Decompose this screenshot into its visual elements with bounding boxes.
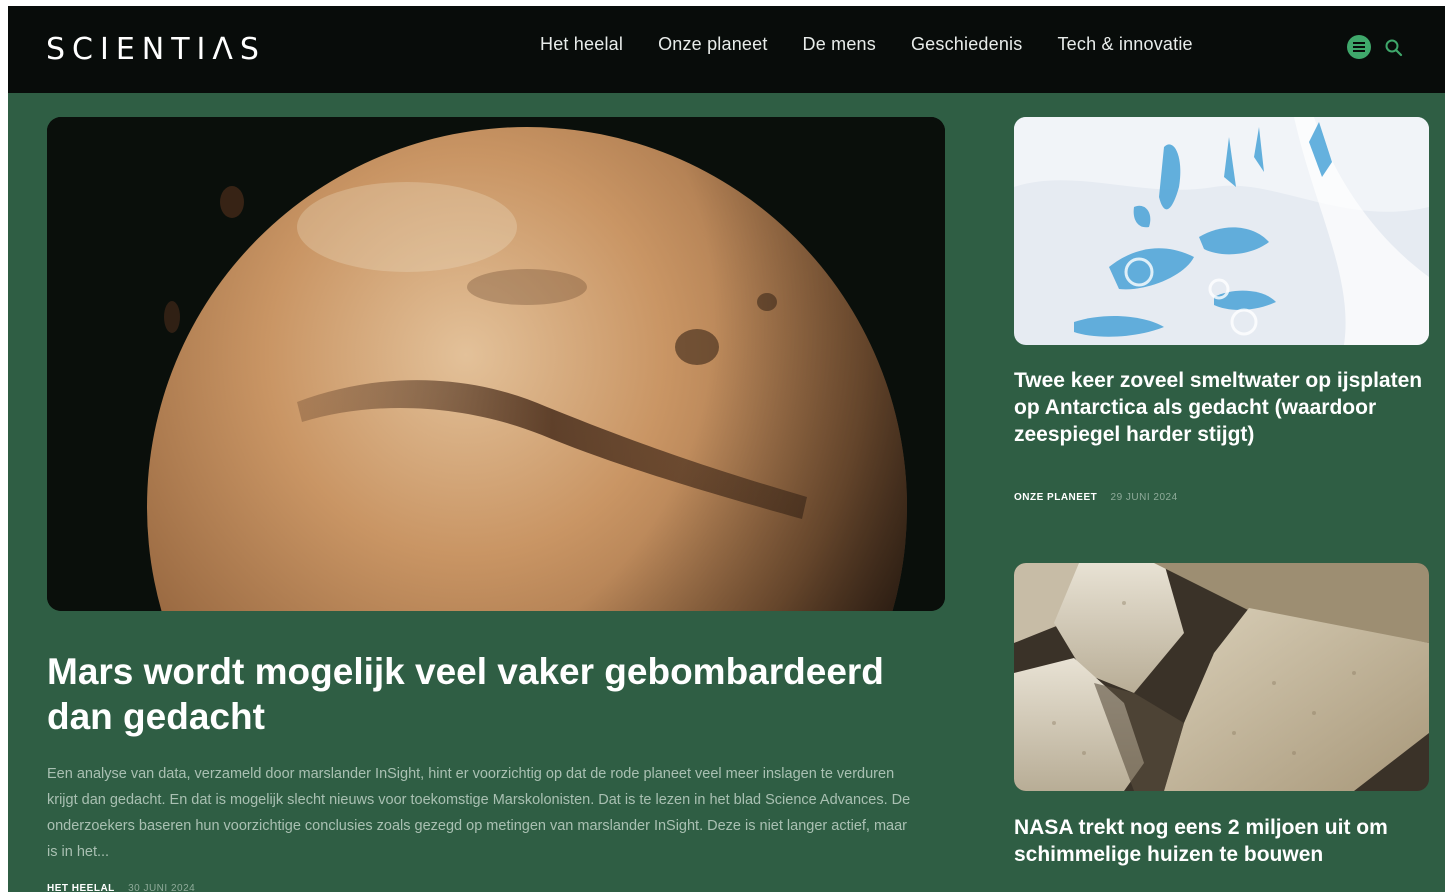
mycelium-bricks-image [1014, 563, 1429, 791]
featured-article-image[interactable] [47, 117, 945, 611]
search-icon[interactable] [1383, 37, 1405, 59]
nav-item-tech-innovatie[interactable]: Tech & innovatie [1057, 34, 1192, 55]
main-nav: Het heelal Onze planeet De mens Geschied… [540, 34, 1228, 55]
side-article-1-title[interactable]: Twee keer zoveel smeltwater op ijsplaten… [1014, 367, 1439, 448]
side-article-1-image[interactable] [1014, 117, 1429, 345]
featured-article-category[interactable]: HET HEELAL [47, 883, 115, 892]
site-header: SCIENTIΛS Het heelal Onze planeet De men… [8, 6, 1445, 93]
nav-item-onze-planeet[interactable]: Onze planeet [658, 34, 767, 55]
featured-article-date: 30 JUNI 2024 [128, 883, 196, 892]
featured-article-excerpt: Een analyse van data, verzameld door mar… [47, 766, 911, 860]
nav-item-de-mens[interactable]: De mens [803, 34, 876, 55]
page: SCIENTIΛS Het heelal Onze planeet De men… [8, 6, 1445, 892]
featured-article-title[interactable]: Mars wordt mogelijk veel vaker gebombard… [47, 649, 927, 739]
side-article-1-category[interactable]: ONZE PLANEET [1014, 492, 1097, 503]
nav-item-geschiedenis[interactable]: Geschiedenis [911, 34, 1022, 55]
side-article-2-title[interactable]: NASA trekt nog eens 2 miljoen uit om sch… [1014, 814, 1439, 868]
side-article-1-date: 29 JUNI 2024 [1110, 492, 1178, 503]
featured-article-meta: HET HEELAL 30 JUNI 2024 [47, 883, 195, 892]
antarctica-ice-image [1014, 117, 1429, 345]
side-article-2-image[interactable] [1014, 563, 1429, 791]
site-logo[interactable]: SCIENTIΛS [46, 32, 266, 67]
menu-circle-icon[interactable] [1347, 35, 1371, 59]
side-article-1-meta: ONZE PLANEET 29 JUNI 2024 [1014, 492, 1178, 503]
nav-item-het-heelal[interactable]: Het heelal [540, 34, 623, 55]
mars-planet-image [47, 117, 945, 611]
